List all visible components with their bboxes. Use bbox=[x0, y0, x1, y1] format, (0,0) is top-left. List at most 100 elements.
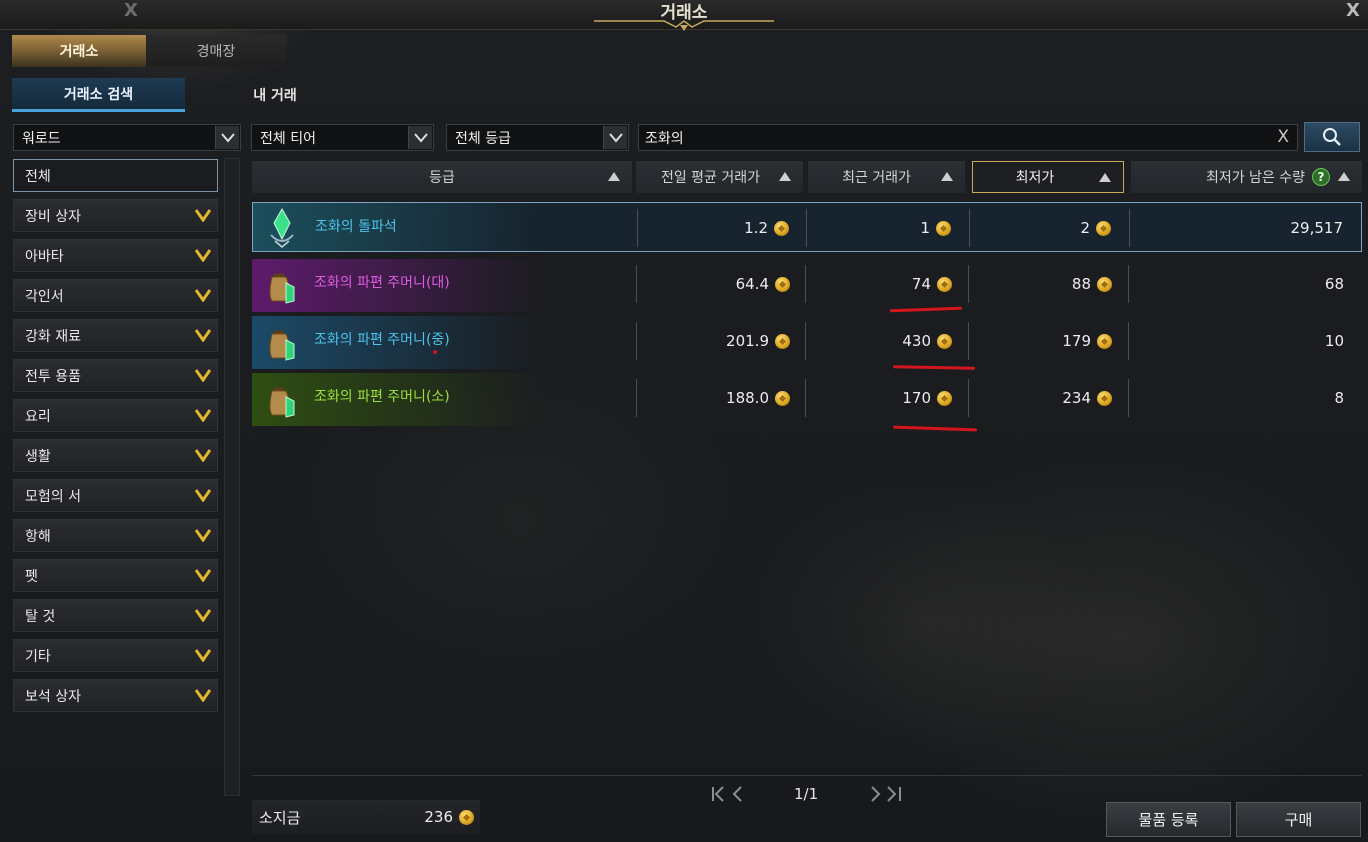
page-indicator: 1/1 bbox=[794, 785, 819, 803]
region-dropdown[interactable]: 워로드 bbox=[13, 124, 241, 151]
grade-dropdown[interactable]: 전체 등급 bbox=[446, 124, 629, 151]
lowest-price-cell-value: 234 bbox=[1062, 389, 1091, 407]
pouch-icon bbox=[258, 261, 304, 307]
tab-my-trades[interactable]: 내 거래 bbox=[190, 78, 360, 112]
last-page-icon[interactable] bbox=[868, 785, 902, 803]
help-icon[interactable]: ? bbox=[1312, 168, 1330, 186]
sidebar-item[interactable]: 생활 bbox=[13, 439, 218, 472]
tier-dropdown[interactable]: 전체 티어 bbox=[251, 124, 434, 151]
avg-price-cell: 201.9 bbox=[726, 332, 790, 350]
table-row[interactable]: 조화의 파편 주머니(중) 201.9 430 179 10 bbox=[252, 316, 1362, 369]
gold-coin-icon bbox=[1097, 276, 1112, 292]
sidebar-item[interactable]: 강화 재료 bbox=[13, 319, 218, 352]
table-row[interactable]: 조화의 파편 주머니(소) 188.0 170 234 8 bbox=[252, 373, 1362, 426]
sidebar-item-label: 모험의 서 bbox=[25, 488, 81, 505]
pager-next-last[interactable] bbox=[868, 785, 902, 807]
column-separator bbox=[636, 322, 637, 360]
sort-up-icon bbox=[1099, 173, 1111, 182]
gold-coin-icon bbox=[459, 809, 474, 825]
sidebar-item[interactable]: 펫 bbox=[13, 559, 218, 592]
remaining-qty-cell-value: 29,517 bbox=[1290, 219, 1344, 237]
close-icon[interactable]: X bbox=[124, 0, 138, 21]
search-input-value: 조화의 bbox=[645, 130, 684, 147]
avg-price-cell: 1.2 bbox=[744, 219, 789, 237]
sidebar-item[interactable]: 전체 bbox=[13, 159, 218, 192]
column-separator bbox=[1128, 379, 1129, 417]
sidebar-item-label: 항해 bbox=[25, 528, 51, 545]
chevron-down-icon bbox=[194, 248, 212, 266]
recent-price-cell: 74 bbox=[912, 275, 952, 293]
header-recent-price-label: 최근 거래가 bbox=[842, 170, 911, 186]
lowest-price-cell-value: 2 bbox=[1080, 219, 1090, 237]
sidebar-item-label: 전체 bbox=[25, 168, 51, 185]
avg-price-cell-value: 1.2 bbox=[744, 219, 768, 237]
lowest-price-cell: 179 bbox=[1062, 332, 1112, 350]
column-separator bbox=[805, 265, 806, 303]
remaining-qty-cell-value: 8 bbox=[1334, 389, 1344, 407]
header-lowest-price-label: 최저가 bbox=[1015, 170, 1055, 186]
recent-price-cell-value: 74 bbox=[911, 275, 931, 293]
pager-first-prev[interactable] bbox=[711, 785, 745, 807]
close-window-icon[interactable]: X bbox=[1346, 0, 1360, 21]
search-input[interactable]: 조화의 X bbox=[638, 124, 1298, 151]
remaining-qty-cell-value: 68 bbox=[1324, 275, 1344, 293]
sidebar-item-label: 펫 bbox=[25, 568, 38, 585]
avg-price-cell: 64.4 bbox=[736, 275, 790, 293]
remaining-qty-cell: 68 bbox=[1325, 275, 1344, 293]
chevron-down-icon bbox=[194, 488, 212, 506]
sidebar-item[interactable]: 보석 상자 bbox=[13, 679, 218, 712]
header-grade[interactable]: 등급 bbox=[252, 161, 632, 193]
sort-up-icon bbox=[1338, 172, 1350, 181]
sidebar-item[interactable]: 전투 용품 bbox=[13, 359, 218, 392]
chevron-down-icon bbox=[194, 408, 212, 426]
sidebar-item[interactable]: 각인서 bbox=[13, 279, 218, 312]
search-button[interactable] bbox=[1304, 122, 1360, 152]
column-separator bbox=[636, 265, 637, 303]
chevron-down-icon bbox=[194, 688, 212, 706]
sidebar-item[interactable]: 요리 bbox=[13, 399, 218, 432]
sidebar-item-label: 강화 재료 bbox=[25, 328, 81, 345]
gold-coin-icon bbox=[774, 220, 789, 236]
sidebar-item[interactable]: 장비 상자 bbox=[13, 199, 218, 232]
sidebar-item[interactable]: 탈 것 bbox=[13, 599, 218, 632]
table-row[interactable]: 조화의 파편 주머니(대) 64.4 74 88 68 bbox=[252, 259, 1362, 312]
chevron-down-icon bbox=[194, 528, 212, 546]
header-lowest-price[interactable]: 최저가 bbox=[972, 161, 1124, 193]
tab-auction[interactable]: 경매장 bbox=[146, 35, 286, 67]
chevron-down-icon bbox=[194, 368, 212, 386]
sort-up-icon bbox=[779, 172, 791, 181]
header-avg-price-label: 전일 평균 거래가 bbox=[660, 170, 761, 186]
column-separator bbox=[637, 209, 638, 247]
tab-exchange-search[interactable]: 거래소 검색 bbox=[12, 78, 185, 112]
pouch-icon bbox=[258, 318, 304, 364]
gold-coin-icon bbox=[937, 333, 952, 349]
annotation-dot bbox=[433, 350, 437, 354]
gold-coin-icon bbox=[775, 276, 790, 292]
money-display: 소지금 236 bbox=[252, 800, 480, 834]
sidebar-item[interactable]: 모험의 서 bbox=[13, 479, 218, 512]
header-avg-price[interactable]: 전일 평균 거래가 bbox=[636, 161, 803, 193]
money-label: 소지금 bbox=[259, 808, 301, 827]
first-page-icon[interactable] bbox=[711, 785, 745, 803]
avg-price-cell-value: 188.0 bbox=[726, 389, 769, 407]
lowest-price-cell: 88 bbox=[1072, 275, 1112, 293]
avg-price-cell-value: 64.4 bbox=[735, 275, 769, 293]
header-lowest-qty[interactable]: 최저가 남은 수량 ? bbox=[1131, 161, 1362, 193]
table-row[interactable]: 조화의 돌파석 1.2 1 2 29,517 bbox=[252, 202, 1362, 252]
column-separator bbox=[636, 379, 637, 417]
item-name: 조화의 파편 주머니(중) bbox=[314, 332, 450, 348]
sidebar-item[interactable]: 항해 bbox=[13, 519, 218, 552]
chevron-down-icon bbox=[603, 126, 627, 149]
tab-exchange[interactable]: 거래소 bbox=[12, 35, 146, 67]
money-value-group: 236 bbox=[424, 808, 474, 826]
buy-button[interactable]: 구매 bbox=[1236, 802, 1361, 837]
sidebar-scrollbar[interactable] bbox=[224, 158, 240, 796]
recent-price-cell-value: 1 bbox=[920, 219, 930, 237]
header-recent-price[interactable]: 최근 거래가 bbox=[808, 161, 965, 193]
clear-search-icon[interactable]: X bbox=[1277, 127, 1289, 147]
register-item-button[interactable]: 물품 등록 bbox=[1106, 802, 1231, 837]
sidebar-item[interactable]: 기타 bbox=[13, 639, 218, 672]
remaining-qty-cell-value: 10 bbox=[1324, 332, 1344, 350]
sidebar-item[interactable]: 아바타 bbox=[13, 239, 218, 272]
sidebar-item-label: 기타 bbox=[25, 648, 51, 665]
